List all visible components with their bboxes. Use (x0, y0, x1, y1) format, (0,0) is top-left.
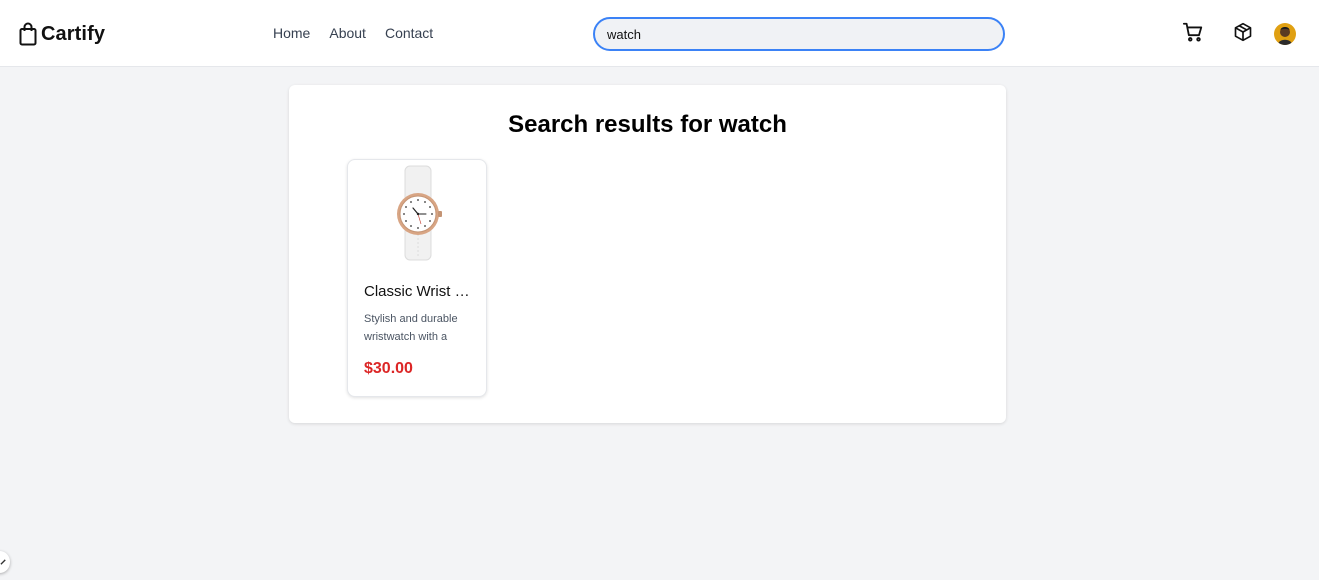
product-card[interactable]: Classic Wrist Watch Stylish and durable … (347, 159, 487, 397)
box-icon (1233, 22, 1253, 47)
avatar[interactable] (1274, 23, 1296, 45)
navbar: Cartify Home About Contact (0, 0, 1319, 67)
search-results-panel: Search results for watch Classic Wrist W… (289, 85, 1006, 423)
brand-name: Cartify (41, 22, 106, 45)
product-description: Stylish and durable wristwatch with a (364, 313, 458, 343)
product-price: $30.00 (364, 360, 413, 377)
nav-home[interactable]: Home (273, 25, 310, 41)
nav-contact[interactable]: Contact (385, 25, 433, 41)
main-nav: Home About Contact (273, 25, 433, 41)
cart-button[interactable] (1181, 22, 1205, 46)
product-image (383, 164, 453, 262)
nav-about[interactable]: About (329, 25, 366, 41)
shopping-bag-icon (19, 22, 37, 46)
search-input[interactable] (593, 17, 1005, 51)
brand-logo[interactable]: Cartify (19, 21, 105, 47)
cart-icon (1182, 21, 1204, 48)
corner-toggle-button[interactable] (0, 551, 10, 573)
chevron-icon (0, 553, 7, 571)
orders-button[interactable] (1231, 22, 1255, 46)
product-title: Classic Wrist Watch (364, 283, 474, 300)
page-title: Search results for watch (508, 111, 787, 138)
